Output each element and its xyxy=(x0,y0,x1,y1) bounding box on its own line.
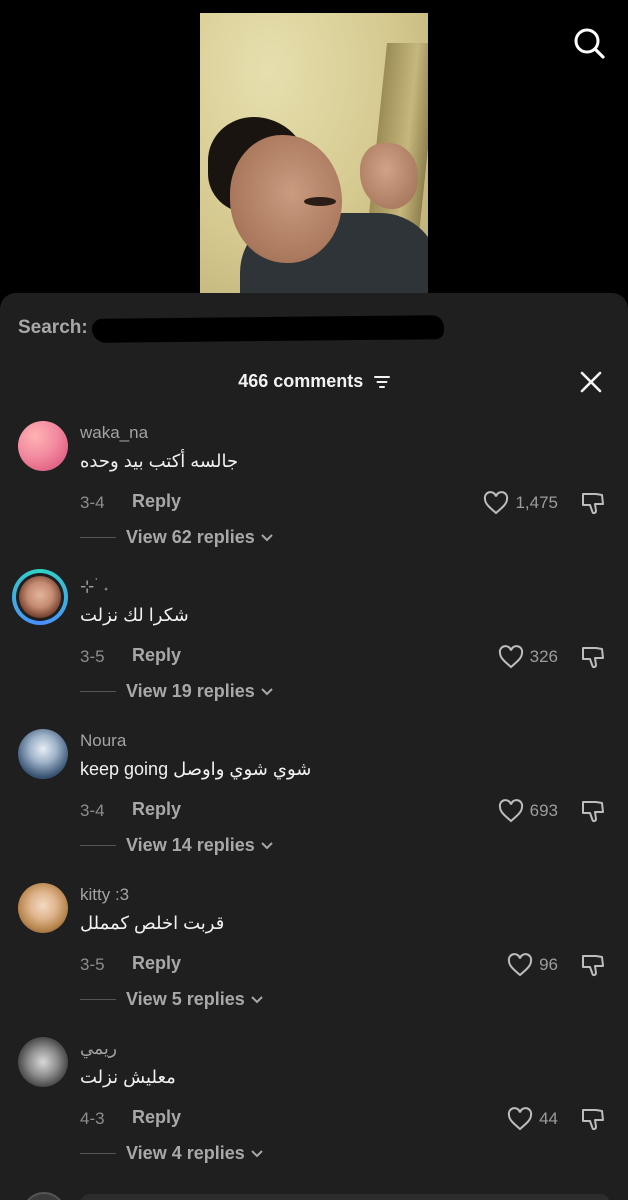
chevron-down-icon xyxy=(251,1149,263,1157)
dislike-icon[interactable] xyxy=(580,644,606,670)
redaction-mark xyxy=(91,315,445,343)
like-count: 44 xyxy=(539,1109,558,1128)
comment-item: ⊹ ࣪ ˖ شكرا لك نزلت 3-5 Reply 326 View 19… xyxy=(0,569,628,729)
view-replies-button[interactable]: View 19 replies xyxy=(80,681,274,702)
chevron-down-icon xyxy=(261,841,273,849)
view-replies-label: View 5 replies xyxy=(126,989,245,1009)
username[interactable]: waka_na xyxy=(80,423,148,443)
username[interactable]: ⊹ ࣪ ˖ xyxy=(80,577,109,597)
chevron-down-icon xyxy=(261,687,273,695)
like-button[interactable]: 44 xyxy=(507,1107,558,1131)
close-icon[interactable] xyxy=(580,371,602,393)
avatar[interactable] xyxy=(18,729,68,779)
view-replies-label: View 14 replies xyxy=(126,835,255,855)
username[interactable]: kitty :3 xyxy=(80,885,129,905)
view-replies-button[interactable]: View 62 replies xyxy=(80,527,274,548)
add-comment-input[interactable] xyxy=(80,1194,610,1200)
comment-date: 3-4 xyxy=(80,493,105,512)
heart-icon xyxy=(507,953,533,977)
chevron-down-icon xyxy=(251,995,263,1003)
view-replies-label: View 4 replies xyxy=(126,1143,245,1163)
view-replies-label: View 19 replies xyxy=(126,681,255,701)
reply-button[interactable]: Reply xyxy=(132,799,181,820)
view-replies-button[interactable]: View 5 replies xyxy=(80,989,264,1010)
view-replies-button[interactable]: View 14 replies xyxy=(80,835,274,856)
reply-button[interactable]: Reply xyxy=(132,1107,181,1128)
view-replies-label: View 62 replies xyxy=(126,527,255,547)
screen: Search: 466 comments waka_na جالسه أكتب … xyxy=(0,0,628,1200)
comment-date: 3-5 xyxy=(80,955,105,974)
comments-count: 466 comments xyxy=(238,371,364,391)
filter-icon[interactable] xyxy=(373,375,390,389)
like-count: 96 xyxy=(539,955,558,974)
dislike-icon[interactable] xyxy=(580,490,606,516)
avatar[interactable] xyxy=(12,569,68,625)
comment-text: شكرا لك نزلت xyxy=(80,605,189,625)
username[interactable]: Noura xyxy=(80,731,126,751)
like-button[interactable]: 96 xyxy=(507,953,558,977)
search-suggestion[interactable]: Search: xyxy=(18,315,88,341)
comment-item: ريمي معليش نزلت 4-3 Reply 44 View 4 repl… xyxy=(0,1037,628,1191)
like-count: 1,475 xyxy=(515,493,558,512)
heart-icon xyxy=(498,645,523,669)
comment-item: waka_na جالسه أكتب بيد وحده 3-4 Reply 1,… xyxy=(0,421,628,575)
reply-button[interactable]: Reply xyxy=(132,953,181,974)
dislike-icon[interactable] xyxy=(580,1106,606,1132)
comment-item: kitty :3 قربت اخلص كمملل 3-5 Reply 96 Vi… xyxy=(0,883,628,1037)
avatar[interactable] xyxy=(18,421,68,471)
avatar[interactable] xyxy=(18,1037,68,1087)
comment-item: Noura keep going شوي شوي واوصل 3-4 Reply… xyxy=(0,729,628,883)
view-replies-button[interactable]: View 4 replies xyxy=(80,1143,264,1164)
video-preview[interactable] xyxy=(200,13,428,293)
comment-text: keep going شوي شوي واوصل xyxy=(80,759,312,779)
comment-date: 3-5 xyxy=(80,647,105,666)
comment-text: معليش نزلت xyxy=(80,1067,176,1087)
heart-icon xyxy=(507,1107,533,1131)
comment-text: قربت اخلص كمملل xyxy=(80,913,225,933)
chevron-down-icon xyxy=(261,533,273,541)
search-icon[interactable] xyxy=(572,26,606,60)
comments-header: 466 comments xyxy=(0,371,628,392)
reply-button[interactable]: Reply xyxy=(132,491,181,512)
dislike-icon[interactable] xyxy=(580,798,606,824)
like-count: 693 xyxy=(529,801,558,820)
comment-date: 3-4 xyxy=(80,801,105,820)
like-button[interactable]: 326 xyxy=(498,645,558,669)
avatar[interactable] xyxy=(18,883,68,933)
comment-date: 4-3 xyxy=(80,1109,105,1128)
like-count: 326 xyxy=(529,647,558,666)
heart-icon xyxy=(484,491,509,515)
like-button[interactable]: 1,475 xyxy=(483,491,558,515)
reply-button[interactable]: Reply xyxy=(132,645,181,666)
search-label: Search: xyxy=(18,317,88,338)
comment-text: جالسه أكتب بيد وحده xyxy=(80,451,239,471)
heart-icon xyxy=(498,799,523,823)
comments-sheet: Search: 466 comments waka_na جالسه أكتب … xyxy=(0,293,628,1200)
dislike-icon[interactable] xyxy=(580,952,606,978)
like-button[interactable]: 693 xyxy=(498,799,558,823)
username[interactable]: ريمي xyxy=(80,1039,117,1059)
